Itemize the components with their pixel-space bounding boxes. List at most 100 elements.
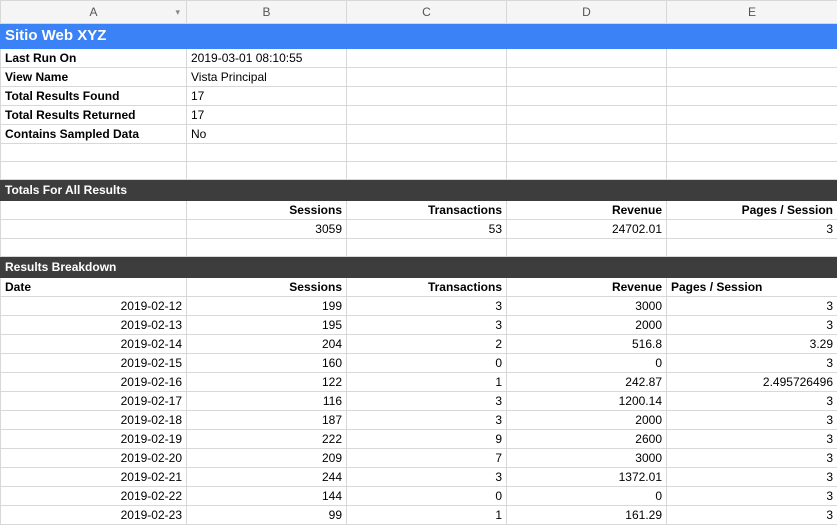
cell-empty[interactable] bbox=[347, 106, 507, 125]
table-cell[interactable]: 1 bbox=[347, 506, 507, 525]
breakdown-header[interactable]: Revenue bbox=[507, 278, 667, 297]
meta-value[interactable]: No bbox=[187, 125, 347, 144]
cell-empty[interactable] bbox=[667, 68, 837, 87]
table-cell[interactable]: 2019-02-19 bbox=[1, 430, 187, 449]
table-cell[interactable]: 161.29 bbox=[507, 506, 667, 525]
table-cell[interactable]: 3 bbox=[667, 487, 837, 506]
table-cell[interactable]: 3 bbox=[667, 506, 837, 525]
table-cell[interactable]: 3 bbox=[667, 392, 837, 411]
table-cell[interactable]: 2000 bbox=[507, 316, 667, 335]
table-cell[interactable]: 2019-02-23 bbox=[1, 506, 187, 525]
breakdown-header[interactable]: Pages / Session bbox=[667, 278, 837, 297]
spreadsheet[interactable]: A ▾ B C D E Sitio Web XYZ Last Run On 20… bbox=[0, 0, 837, 525]
table-cell[interactable]: 0 bbox=[507, 354, 667, 373]
cell-empty[interactable] bbox=[507, 125, 667, 144]
column-filter-icon[interactable]: ▾ bbox=[175, 1, 180, 23]
cell-empty[interactable] bbox=[347, 49, 507, 68]
breakdown-header[interactable]: Sessions bbox=[187, 278, 347, 297]
table-cell[interactable]: 3 bbox=[667, 354, 837, 373]
table-cell[interactable]: 116 bbox=[187, 392, 347, 411]
totals-header[interactable]: Revenue bbox=[507, 201, 667, 220]
table-cell[interactable]: 3 bbox=[347, 297, 507, 316]
table-cell[interactable]: 199 bbox=[187, 297, 347, 316]
column-header-C[interactable]: C bbox=[347, 1, 507, 24]
table-cell[interactable]: 516.8 bbox=[507, 335, 667, 354]
totals-value[interactable]: 53 bbox=[347, 220, 507, 239]
column-header-B[interactable]: B bbox=[187, 1, 347, 24]
totals-header[interactable]: Pages / Session bbox=[667, 201, 837, 220]
cell-empty[interactable] bbox=[1, 201, 187, 220]
table-cell[interactable]: 244 bbox=[187, 468, 347, 487]
table-cell[interactable]: 2600 bbox=[507, 430, 667, 449]
breakdown-header[interactable]: Transactions bbox=[347, 278, 507, 297]
table-cell[interactable]: 3 bbox=[667, 297, 837, 316]
cell-empty[interactable] bbox=[507, 87, 667, 106]
table-cell[interactable]: 3000 bbox=[507, 449, 667, 468]
totals-header[interactable]: Sessions bbox=[187, 201, 347, 220]
column-header-A[interactable]: A ▾ bbox=[1, 1, 187, 24]
table-cell[interactable]: 2019-02-12 bbox=[1, 297, 187, 316]
meta-value[interactable]: 17 bbox=[187, 87, 347, 106]
cell-empty[interactable] bbox=[667, 49, 837, 68]
table-cell[interactable]: 1372.01 bbox=[507, 468, 667, 487]
table-cell[interactable]: 242.87 bbox=[507, 373, 667, 392]
totals-header[interactable]: Transactions bbox=[347, 201, 507, 220]
table-cell[interactable]: 122 bbox=[187, 373, 347, 392]
meta-value[interactable]: Vista Principal bbox=[187, 68, 347, 87]
meta-label[interactable]: Last Run On bbox=[1, 49, 187, 68]
cell-empty[interactable] bbox=[667, 87, 837, 106]
table-cell[interactable]: 2019-02-13 bbox=[1, 316, 187, 335]
table-cell[interactable]: 3 bbox=[667, 316, 837, 335]
table-cell[interactable]: 160 bbox=[187, 354, 347, 373]
table-cell[interactable]: 1 bbox=[347, 373, 507, 392]
table-cell[interactable]: 222 bbox=[187, 430, 347, 449]
table-cell[interactable]: 3 bbox=[667, 449, 837, 468]
table-cell[interactable]: 2.495726496 bbox=[667, 373, 837, 392]
totals-value[interactable]: 3 bbox=[667, 220, 837, 239]
table-cell[interactable]: 195 bbox=[187, 316, 347, 335]
table-cell[interactable]: 0 bbox=[347, 354, 507, 373]
totals-value[interactable]: 3059 bbox=[187, 220, 347, 239]
meta-label[interactable]: Total Results Found bbox=[1, 87, 187, 106]
table-cell[interactable]: 3 bbox=[667, 411, 837, 430]
meta-label[interactable]: Contains Sampled Data bbox=[1, 125, 187, 144]
cell-empty[interactable] bbox=[667, 125, 837, 144]
table-cell[interactable]: 204 bbox=[187, 335, 347, 354]
table-cell[interactable]: 144 bbox=[187, 487, 347, 506]
table-cell[interactable]: 3 bbox=[347, 316, 507, 335]
meta-label[interactable]: Total Results Returned bbox=[1, 106, 187, 125]
table-cell[interactable]: 2019-02-20 bbox=[1, 449, 187, 468]
meta-value[interactable]: 17 bbox=[187, 106, 347, 125]
table-cell[interactable]: 3.29 bbox=[667, 335, 837, 354]
cell-empty[interactable] bbox=[507, 106, 667, 125]
totals-value[interactable]: 24702.01 bbox=[507, 220, 667, 239]
table-cell[interactable]: 3 bbox=[347, 411, 507, 430]
table-cell[interactable]: 2 bbox=[347, 335, 507, 354]
table-cell[interactable]: 7 bbox=[347, 449, 507, 468]
cell-empty[interactable] bbox=[347, 68, 507, 87]
table-cell[interactable]: 2019-02-17 bbox=[1, 392, 187, 411]
table-cell[interactable]: 187 bbox=[187, 411, 347, 430]
table-cell[interactable]: 2019-02-18 bbox=[1, 411, 187, 430]
column-header-E[interactable]: E bbox=[667, 1, 837, 24]
table-cell[interactable]: 3000 bbox=[507, 297, 667, 316]
table-cell[interactable]: 2019-02-15 bbox=[1, 354, 187, 373]
cell-empty[interactable] bbox=[347, 125, 507, 144]
table-cell[interactable]: 3 bbox=[667, 468, 837, 487]
column-header-D[interactable]: D bbox=[507, 1, 667, 24]
cell-empty[interactable] bbox=[1, 220, 187, 239]
table-cell[interactable]: 2019-02-14 bbox=[1, 335, 187, 354]
table-cell[interactable]: 0 bbox=[347, 487, 507, 506]
table-cell[interactable]: 2019-02-16 bbox=[1, 373, 187, 392]
table-cell[interactable]: 209 bbox=[187, 449, 347, 468]
table-cell[interactable]: 2019-02-21 bbox=[1, 468, 187, 487]
table-cell[interactable]: 3 bbox=[347, 468, 507, 487]
table-cell[interactable]: 0 bbox=[507, 487, 667, 506]
meta-label[interactable]: View Name bbox=[1, 68, 187, 87]
table-cell[interactable]: 2000 bbox=[507, 411, 667, 430]
cell-empty[interactable] bbox=[507, 49, 667, 68]
table-cell[interactable]: 99 bbox=[187, 506, 347, 525]
table-cell[interactable]: 1200.14 bbox=[507, 392, 667, 411]
table-cell[interactable]: 2019-02-22 bbox=[1, 487, 187, 506]
cell-empty[interactable] bbox=[347, 87, 507, 106]
